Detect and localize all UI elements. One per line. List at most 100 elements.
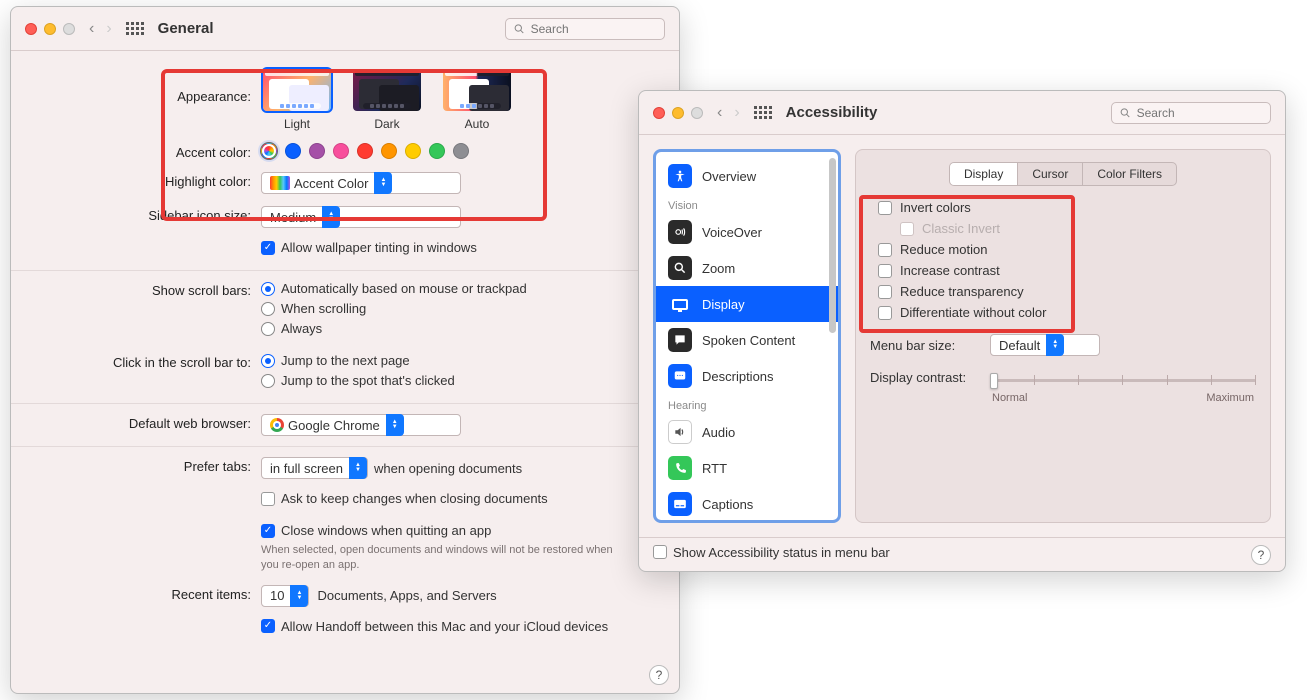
nav-arrows: ‹ › [717,104,740,122]
accent-orange[interactable] [381,143,397,159]
accent-label: Accent color: [11,143,261,160]
highlight-select[interactable]: Accent Color [261,172,461,194]
titlebar: ‹ › General [11,7,679,51]
increase-contrast-checkbox[interactable]: Increase contrast [878,263,1256,278]
phone-icon [668,456,692,480]
help-button[interactable]: ? [1251,545,1271,565]
wallpaper-tint-checkbox[interactable]: Allow wallpaper tinting in windows [261,240,659,255]
back-button[interactable]: ‹ [89,20,94,38]
sidebar-item-display[interactable]: Display [656,286,838,322]
accent-red[interactable] [357,143,373,159]
maximize-icon [691,107,703,119]
menubar-size-select[interactable]: Default [990,334,1100,356]
speech-bubble-icon [668,328,692,352]
appearance-dark[interactable]: Dark [351,67,423,131]
menubar-size-label: Menu bar size: [870,338,980,353]
close-icon[interactable] [653,107,665,119]
general-body: Appearance: Light Dark Auto [11,51,679,645]
minimize-icon[interactable] [672,107,684,119]
back-button[interactable]: ‹ [717,104,722,122]
close-icon[interactable] [25,23,37,35]
sidebar-item-overview[interactable]: Overview [656,158,838,194]
reduce-transparency-checkbox[interactable]: Reduce transparency [878,284,1256,299]
classic-invert-checkbox: Classic Invert [900,221,1256,236]
accent-yellow[interactable] [405,143,421,159]
accent-pink[interactable] [333,143,349,159]
click-scroll-spot[interactable]: Jump to the spot that's clicked [261,373,659,388]
accent-purple[interactable] [309,143,325,159]
chevron-updown-icon [349,457,367,479]
person-icon [668,164,692,188]
window-controls [653,107,703,119]
zoom-icon [668,256,692,280]
scrollbar[interactable] [829,158,836,333]
click-scrollbar-label: Click in the scroll bar to: [11,353,261,370]
prefer-tabs-select[interactable]: in full screen [261,457,368,479]
nav-arrows: ‹ › [89,20,112,38]
search-field[interactable] [1111,102,1271,124]
accent-color-picker[interactable] [261,143,659,159]
footer: Show Accessibility status in menu bar ? [639,537,1285,571]
close-windows-hint: When selected, open documents and window… [261,543,659,573]
captions-icon [668,492,692,516]
scrollbars-when-scrolling[interactable]: When scrolling [261,301,659,316]
status-menubar-checkbox[interactable]: Show Accessibility status in menu bar [653,545,890,560]
scrollbars-always[interactable]: Always [261,321,659,336]
differentiate-color-checkbox[interactable]: Differentiate without color [878,305,1256,320]
descriptions-icon [668,364,692,388]
accent-graphite[interactable] [453,143,469,159]
accessibility-preferences-window: ‹ › Accessibility Overview Vision [638,90,1286,572]
search-input[interactable] [531,22,656,36]
search-icon [514,23,525,35]
window-title: Accessibility [786,104,878,121]
display-icon [668,292,692,316]
sidebar-item-captions[interactable]: Captions [656,486,838,520]
prefer-tabs-label: Prefer tabs: [11,457,261,474]
sidebar-item-spoken[interactable]: Spoken Content [656,322,838,358]
browser-select[interactable]: Google Chrome [261,414,461,436]
minimize-icon[interactable] [44,23,56,35]
recent-label: Recent items: [11,585,261,602]
contrast-slider[interactable] [990,370,1256,390]
tab-cursor[interactable]: Cursor [1018,163,1083,185]
recent-select[interactable]: 10 [261,585,309,607]
invert-colors-checkbox[interactable]: Invert colors [878,200,1256,215]
show-all-button[interactable] [754,106,772,119]
sidebar-item-rtt[interactable]: RTT [656,450,838,486]
scrollbars-auto[interactable]: Automatically based on mouse or trackpad [261,281,659,296]
sidebar-item-audio[interactable]: Audio [656,414,838,450]
tab-color-filters[interactable]: Color Filters [1083,163,1176,185]
sidebar-item-zoom[interactable]: Zoom [656,250,838,286]
forward-button[interactable]: › [734,104,739,122]
ask-keep-checkbox[interactable]: Ask to keep changes when closing documen… [261,491,659,506]
display-panel: Display Cursor Color Filters Invert colo… [855,149,1271,523]
window-title: General [158,20,214,37]
chevron-updown-icon [374,172,392,194]
sidebar-size-select[interactable]: Medium [261,206,461,228]
sidebar-section-hearing: Hearing [656,394,838,414]
chevron-updown-icon [1046,334,1064,356]
appearance-light[interactable]: Light [261,67,333,131]
accent-blue[interactable] [285,143,301,159]
chevron-updown-icon [290,585,308,607]
tab-display[interactable]: Display [950,163,1018,185]
close-windows-checkbox[interactable]: Close windows when quitting an app [261,523,659,538]
chevron-updown-icon [386,414,404,436]
browser-label: Default web browser: [11,414,261,431]
voiceover-icon [668,220,692,244]
reduce-motion-checkbox[interactable]: Reduce motion [878,242,1256,257]
appearance-auto[interactable]: Auto [441,67,513,131]
forward-button[interactable]: › [106,20,111,38]
help-button[interactable]: ? [649,665,669,685]
handoff-checkbox[interactable]: Allow Handoff between this Mac and your … [261,619,659,634]
search-input[interactable] [1137,106,1262,120]
highlight-label: Highlight color: [11,172,261,189]
search-field[interactable] [505,18,665,40]
click-scroll-next[interactable]: Jump to the next page [261,353,659,368]
accent-green[interactable] [429,143,445,159]
sidebar-item-descriptions[interactable]: Descriptions [656,358,838,394]
show-all-button[interactable] [126,22,144,35]
sidebar-item-voiceover[interactable]: VoiceOver [656,214,838,250]
accent-multicolor[interactable] [261,143,277,159]
window-controls [25,23,75,35]
